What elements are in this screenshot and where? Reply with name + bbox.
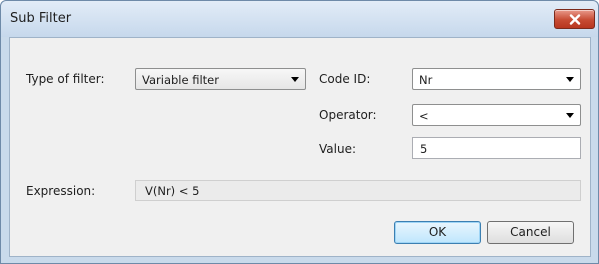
expression-field: V(Nr) < 5 [135, 180, 581, 201]
code-id-dropdown[interactable]: Nr [412, 68, 581, 90]
chevron-down-icon [291, 77, 299, 82]
window-title: Sub Filter [10, 11, 72, 26]
code-id-value: Nr [419, 73, 433, 87]
close-icon [569, 13, 580, 25]
cancel-button[interactable]: Cancel [487, 221, 574, 244]
chevron-down-icon [566, 113, 574, 118]
type-of-filter-label: Type of filter: [26, 72, 105, 86]
value-label: Value: [319, 142, 356, 156]
operator-label: Operator: [319, 108, 377, 122]
dialog-window: Sub Filter Type of filter: Variable filt… [0, 0, 599, 264]
expression-label: Expression: [26, 184, 96, 198]
operator-dropdown[interactable]: < [412, 104, 581, 126]
code-id-label: Code ID: [319, 72, 371, 86]
close-button[interactable] [554, 9, 595, 29]
dialog-body: Type of filter: Variable filter Code ID:… [9, 37, 591, 257]
value-input[interactable]: 5 [412, 137, 581, 159]
operator-value: < [419, 109, 429, 123]
type-of-filter-value: Variable filter [142, 73, 219, 87]
expression-value: V(Nr) < 5 [145, 184, 200, 198]
title-bar[interactable]: Sub Filter [1, 1, 598, 37]
type-of-filter-dropdown[interactable]: Variable filter [135, 68, 306, 90]
ok-button[interactable]: OK [394, 221, 481, 244]
value-input-text: 5 [420, 142, 428, 156]
chevron-down-icon [566, 77, 574, 82]
